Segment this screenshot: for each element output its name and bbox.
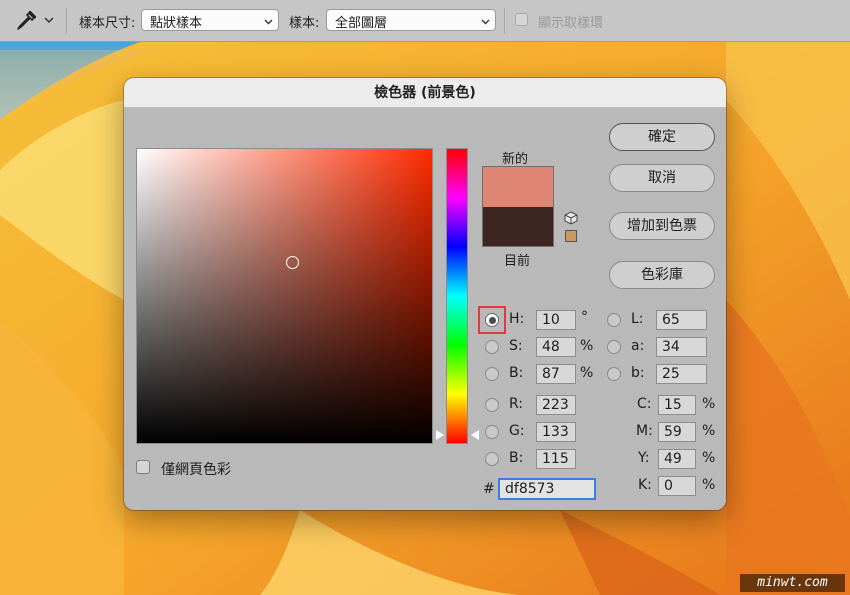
hue-slider-handle-right[interactable] (471, 430, 479, 440)
color-libraries-button[interactable]: 色彩庫 (609, 261, 715, 289)
chevron-down-icon[interactable] (44, 12, 56, 28)
divider (504, 8, 505, 34)
lab-a-label: a: (631, 338, 645, 354)
options-bar: 樣本尺寸: 點狀樣本 樣本: 全部圖層 顯示取樣環 (0, 0, 850, 42)
brightness-label: B: (509, 365, 524, 381)
watermark: minwt.com (740, 574, 845, 592)
current-color-swatch[interactable] (483, 207, 553, 246)
sample-size-select[interactable]: 點狀樣本 (141, 9, 279, 31)
sample-value: 全部圖層 (335, 16, 388, 31)
sample-size-label: 樣本尺寸: (79, 16, 136, 31)
eyedropper-icon[interactable] (14, 9, 38, 33)
green-label: G: (509, 423, 525, 439)
blue-radio[interactable] (485, 452, 499, 466)
saturation-radio[interactable] (485, 340, 499, 354)
red-radio[interactable] (485, 398, 499, 412)
lab-b-radio[interactable] (607, 367, 621, 381)
hue-unit: ° (581, 309, 588, 325)
out-of-gamut-cube-icon[interactable] (564, 211, 578, 225)
black-unit: % (702, 477, 716, 493)
dialog-title: 檢色器 (前景色) (124, 78, 726, 108)
sample-label: 樣本: (289, 16, 320, 31)
lab-l-field[interactable]: 65 (656, 310, 707, 330)
show-sampling-ring-checkbox[interactable] (515, 13, 528, 26)
lab-a-field[interactable]: 34 (656, 337, 707, 357)
hue-field[interactable]: 10 (536, 310, 576, 330)
magenta-field[interactable]: 59 (658, 422, 696, 442)
green-field[interactable]: 133 (536, 422, 576, 442)
saturation-field[interactable]: 48 (536, 337, 576, 357)
chevron-down-icon (481, 15, 490, 25)
color-comparison-swatch (482, 166, 554, 247)
yellow-field[interactable]: 49 (658, 449, 696, 469)
hex-label: # (483, 481, 495, 497)
chevron-down-icon (264, 15, 273, 25)
cancel-button[interactable]: 取消 (609, 164, 715, 192)
yellow-unit: % (702, 450, 716, 466)
lab-l-label: L: (631, 311, 644, 327)
saturation-label: S: (509, 338, 523, 354)
red-field[interactable]: 223 (536, 395, 576, 415)
black-label: K: (638, 477, 652, 493)
current-color-label: 目前 (504, 254, 531, 269)
green-radio[interactable] (485, 425, 499, 439)
saturation-unit: % (580, 338, 594, 354)
new-color-swatch (483, 167, 553, 207)
hex-field[interactable]: df8573 (498, 478, 596, 500)
cyan-field[interactable]: 15 (658, 395, 696, 415)
red-label: R: (509, 396, 524, 412)
ok-button[interactable]: 確定 (609, 123, 715, 151)
magenta-unit: % (702, 423, 716, 439)
hue-slider-handle-left[interactable] (436, 430, 444, 440)
web-safe-color-swatch[interactable] (565, 230, 577, 242)
lab-b-label: b: (631, 365, 645, 381)
brightness-field[interactable]: 87 (536, 364, 576, 384)
magenta-label: M: (636, 423, 653, 439)
only-web-colors-label: 僅網頁色彩 (161, 462, 231, 478)
cyan-unit: % (702, 396, 716, 412)
only-web-colors-checkbox[interactable] (136, 460, 150, 474)
lab-a-radio[interactable] (607, 340, 621, 354)
sample-select[interactable]: 全部圖層 (326, 9, 496, 31)
lab-b-field[interactable]: 25 (656, 364, 707, 384)
show-sampling-ring-label: 顯示取樣環 (538, 16, 604, 31)
hue-label: H: (509, 311, 525, 327)
color-picker-cursor[interactable] (286, 256, 299, 269)
blue-field[interactable]: 115 (536, 449, 576, 469)
brightness-radio[interactable] (485, 367, 499, 381)
yellow-label: Y: (638, 450, 650, 466)
sample-size-value: 點狀樣本 (150, 16, 203, 31)
color-picker-dialog: 檢色器 (前景色) 僅網頁色彩 新的 目前 確定 取消 增加到色票 色彩庫 H:… (124, 78, 726, 510)
new-color-label: 新的 (502, 152, 529, 167)
brightness-unit: % (580, 365, 594, 381)
add-to-swatches-button[interactable]: 增加到色票 (609, 212, 715, 240)
lab-l-radio[interactable] (607, 313, 621, 327)
cyan-label: C: (637, 396, 652, 412)
divider (66, 8, 67, 34)
black-field[interactable]: 0 (658, 476, 696, 496)
saturation-brightness-field[interactable] (136, 148, 433, 444)
hue-slider[interactable] (446, 148, 468, 444)
hue-radio[interactable] (485, 313, 499, 327)
blue-label: B: (509, 450, 524, 466)
